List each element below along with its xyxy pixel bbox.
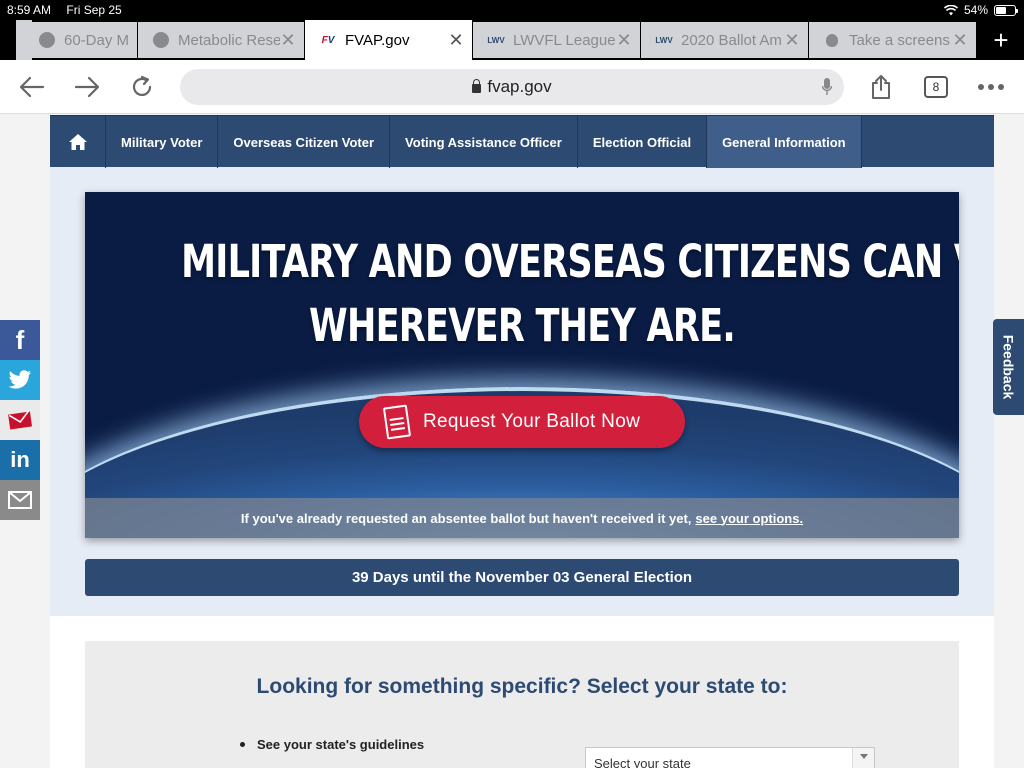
- hero-note: If you've already requested an absentee …: [85, 498, 959, 538]
- globe-icon: [152, 31, 170, 49]
- hero-note-text: If you've already requested an absentee …: [240, 510, 692, 526]
- linkedin-icon: in: [10, 447, 30, 472]
- email-share-button[interactable]: [0, 400, 40, 440]
- envelope-red-icon: [8, 410, 33, 430]
- lwv-logo-icon: LWV: [655, 35, 673, 45]
- state-select-value: Select your state: [594, 756, 691, 768]
- back-arrow-icon: [19, 76, 45, 98]
- tab-strip: 60-Day Me Metabolic Rese ✕ FV FVAP.gov ✕…: [0, 20, 1024, 60]
- forward-arrow-icon: [74, 76, 100, 98]
- nav-general-information[interactable]: General Information: [707, 116, 862, 168]
- tab-metabolic[interactable]: Metabolic Rese ✕: [138, 22, 304, 58]
- battery-icon: [994, 4, 1018, 16]
- reload-icon: [132, 75, 152, 96]
- nav-election-official[interactable]: Election Official: [578, 116, 708, 168]
- close-tab-icon[interactable]: ✕: [784, 30, 800, 51]
- tab-count-button[interactable]: 8: [924, 76, 948, 98]
- reload-button[interactable]: [127, 72, 157, 102]
- tab-ballot[interactable]: LWV 2020 Ballot Am ✕: [641, 22, 808, 58]
- new-tab-button[interactable]: +: [978, 22, 1024, 58]
- see-options-link[interactable]: see your options.: [695, 511, 803, 526]
- tab-title: 60-Day Me: [64, 31, 129, 49]
- feedback-tab[interactable]: Feedback: [993, 319, 1024, 415]
- hero-banner: MILITARY AND OVERSEAS CITIZENS CAN VOTE.…: [85, 192, 959, 538]
- tab-title: LWVFL League: [513, 31, 616, 49]
- home-icon: [68, 134, 87, 150]
- browser-toolbar: fvap.gov: [0, 60, 1024, 114]
- nav-military-voter[interactable]: Military Voter: [106, 116, 219, 168]
- lock-icon: [472, 78, 482, 93]
- close-tab-icon[interactable]: ✕: [280, 30, 296, 51]
- tab-screenshot[interactable]: Take a screens ✕: [809, 22, 976, 58]
- status-time: 8:59 AM: [7, 3, 52, 17]
- hero-headline-line1: MILITARY AND OVERSEAS CITIZENS CAN VOTE.: [181, 235, 959, 288]
- share-button[interactable]: [866, 72, 896, 102]
- twitter-icon: [8, 370, 31, 389]
- ballot-form-icon: [382, 404, 412, 440]
- request-ballot-button[interactable]: Request Your Ballot Now: [359, 396, 685, 448]
- back-button[interactable]: [17, 72, 47, 102]
- lwv-logo-icon: LWV: [487, 35, 505, 45]
- tab-title: Take a screens: [849, 31, 950, 49]
- state-select[interactable]: Select your state: [585, 747, 875, 768]
- wifi-icon: [943, 4, 958, 15]
- twitter-share-button[interactable]: [0, 360, 40, 400]
- battery-percent: 54%: [963, 3, 988, 17]
- election-countdown: 39 Days until the November 03 General El…: [85, 559, 959, 596]
- address-bar[interactable]: fvap.gov: [180, 69, 844, 105]
- social-share-bar: f in: [0, 320, 40, 520]
- url-text: fvap.gov: [487, 77, 552, 96]
- state-selector-box: Looking for something specific? Select y…: [85, 641, 959, 768]
- nav-voting-assistance-officer[interactable]: Voting Assistance Officer: [390, 116, 578, 168]
- close-tab-icon[interactable]: ✕: [616, 30, 632, 51]
- feedback-label: Feedback: [1000, 334, 1017, 400]
- request-ballot-label: Request Your Ballot Now: [423, 411, 641, 432]
- facebook-share-button[interactable]: f: [0, 320, 40, 360]
- linkedin-share-button[interactable]: in: [0, 440, 40, 480]
- nav-overseas-citizen-voter[interactable]: Overseas Citizen Voter: [218, 116, 391, 168]
- envelope-icon: [8, 491, 32, 509]
- share-icon: [872, 75, 890, 99]
- state-benefits-list: See your state's guidelines: [240, 733, 424, 755]
- status-bar: 8:59 AM Fri Sep 25 54%: [0, 0, 1024, 20]
- globe-icon: [38, 31, 56, 49]
- apple-logo-icon: [823, 31, 841, 49]
- forward-button[interactable]: [72, 72, 102, 102]
- page-viewport: Military Voter Overseas Citizen Voter Vo…: [0, 115, 1024, 768]
- tab-lwvfl[interactable]: LWV LWVFL League ✕: [473, 22, 640, 58]
- chevron-down-icon: [852, 748, 874, 768]
- fvap-site: Military Voter Overseas Citizen Voter Vo…: [50, 115, 994, 768]
- mail-share-button[interactable]: [0, 480, 40, 520]
- hero-headline-line2: WHEREVER THEY ARE.: [309, 299, 736, 352]
- close-tab-icon[interactable]: ✕: [448, 30, 464, 51]
- state-heading: Looking for something specific? Select y…: [256, 675, 788, 698]
- fvap-logo-icon: FV: [321, 34, 335, 46]
- main-nav: Military Voter Overseas Citizen Voter Vo…: [50, 115, 994, 168]
- tab-title: Metabolic Rese: [178, 31, 280, 49]
- tab-title: FVAP.gov: [345, 31, 410, 49]
- tab-60-day[interactable]: 60-Day Me: [24, 22, 137, 58]
- more-button[interactable]: [976, 72, 1006, 102]
- state-section: Looking for something specific? Select y…: [50, 616, 994, 768]
- list-item: See your state's guidelines: [240, 733, 424, 755]
- battery-level-fill: [996, 6, 1006, 14]
- tab-title: 2020 Ballot Am: [681, 31, 782, 49]
- tab-fvap[interactable]: FV FVAP.gov ✕: [305, 20, 472, 60]
- status-date: Fri Sep 25: [66, 3, 122, 17]
- more-dots-icon: [978, 84, 1004, 90]
- close-tab-icon[interactable]: ✕: [952, 30, 968, 51]
- nav-home[interactable]: [50, 116, 106, 168]
- facebook-icon: f: [15, 324, 25, 355]
- microphone-icon[interactable]: [822, 78, 832, 96]
- hero-headline: MILITARY AND OVERSEAS CITIZENS CAN VOTE.…: [181, 230, 959, 358]
